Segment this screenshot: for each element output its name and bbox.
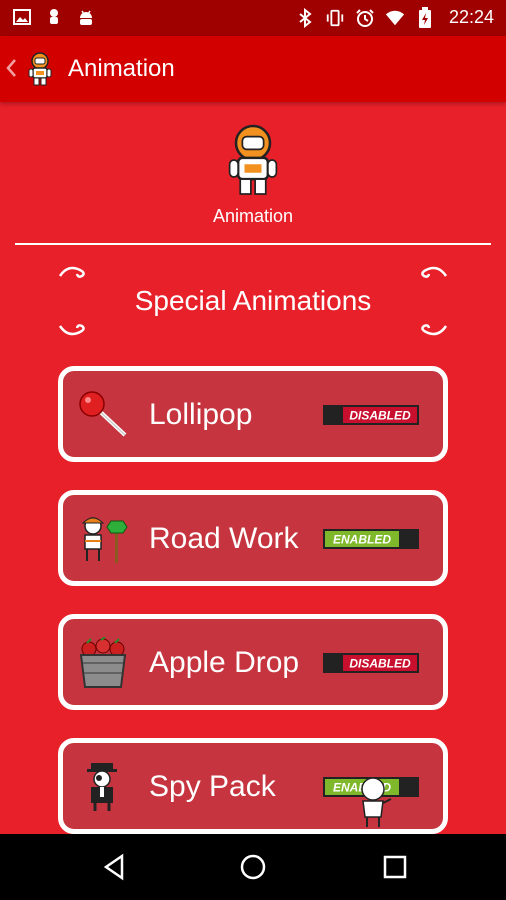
back-triangle-icon[interactable] <box>100 852 130 882</box>
wifi-icon <box>385 8 405 28</box>
battery-icon <box>415 6 435 28</box>
animation-card-spy-pack[interactable]: Spy Pack ENABLED <box>58 738 448 834</box>
toggle-status-text: ENABLED <box>333 533 391 547</box>
toggle-enabled[interactable]: ENABLED <box>323 529 419 549</box>
navigation-bar <box>0 834 506 900</box>
animation-name: Lollipop <box>149 398 253 431</box>
spy-icon <box>77 761 129 813</box>
toggle-status-text: DISABLED <box>349 409 411 423</box>
swirl-ornament-icon <box>414 262 448 280</box>
animation-card-road-work[interactable]: Road Work ENABLED <box>58 490 448 586</box>
animation-card-lollipop[interactable]: Lollipop DISABLED <box>58 366 448 462</box>
swirl-ornament-icon <box>58 262 92 280</box>
apple-bucket-icon <box>77 636 129 689</box>
astronaut-icon[interactable] <box>24 52 56 86</box>
swirl-ornament-icon <box>414 322 448 340</box>
divider <box>15 243 491 245</box>
section-title: Special Animations <box>134 285 372 316</box>
toggle-disabled[interactable]: DISABLED <box>323 653 419 673</box>
clock-time: 22:24 <box>448 7 494 27</box>
stick-figure-icon <box>353 777 393 829</box>
status-bar: 22:24 <box>0 0 506 36</box>
alarm-icon <box>355 8 375 28</box>
toggle-disabled[interactable]: DISABLED <box>323 405 419 425</box>
animation-name: Spy Pack <box>149 770 276 803</box>
recents-square-icon[interactable] <box>380 852 410 882</box>
android-icon <box>44 7 64 27</box>
animation-name: Road Work <box>149 522 299 555</box>
hero-label: Animation <box>212 206 294 226</box>
bluetooth-icon <box>295 7 315 28</box>
astronaut-icon <box>219 122 287 198</box>
swirl-ornament-icon <box>58 322 92 340</box>
animation-name: Apple Drop <box>149 646 300 679</box>
toggle-status-text: DISABLED <box>349 657 411 671</box>
image-icon <box>12 7 32 27</box>
lollipop-icon <box>77 389 129 441</box>
chevron-left-icon[interactable] <box>5 56 17 80</box>
app-bar-title: Animation <box>68 55 175 82</box>
animation-card-apple-drop[interactable]: Apple Drop DISABLED <box>58 614 448 710</box>
vibrate-icon <box>325 8 345 28</box>
android-debug-icon <box>76 7 96 27</box>
road-worker-icon <box>77 513 129 565</box>
app-bar: Animation <box>0 36 506 102</box>
home-circle-icon[interactable] <box>238 852 268 882</box>
